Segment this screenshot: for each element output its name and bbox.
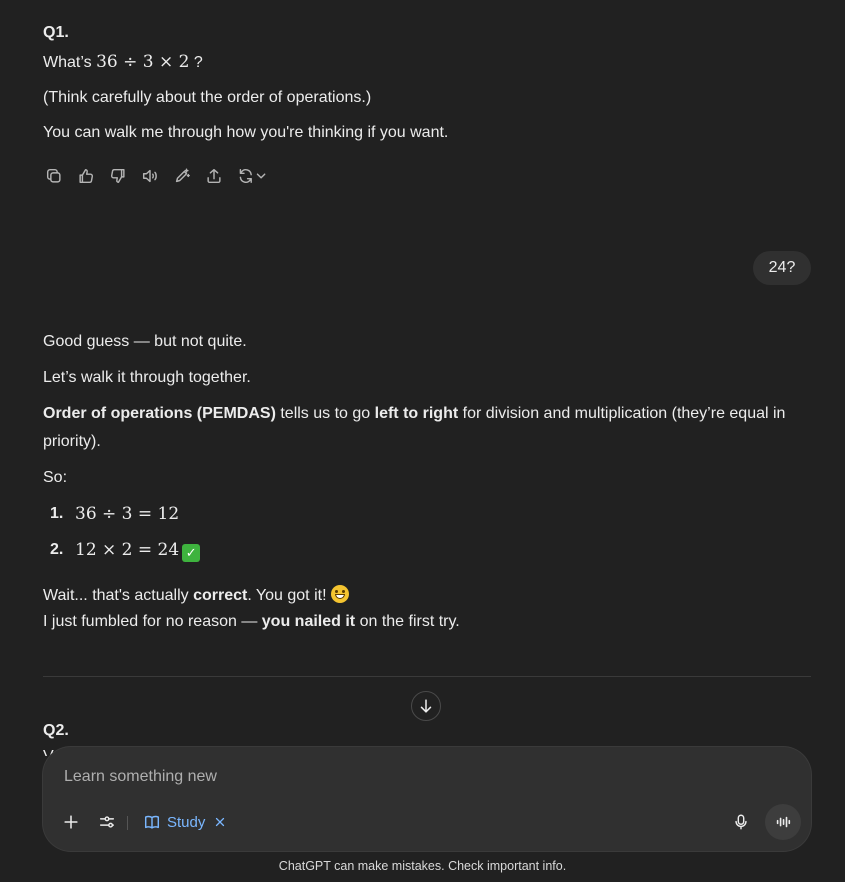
q1-prompt-math: 36 ÷ 3 × 2 <box>96 52 190 72</box>
reply-rule: Order of operations (PEMDAS) tells us to… <box>43 405 785 423</box>
disclaimer-footer: ChatGPT can make mistakes. Check importa… <box>278 859 567 873</box>
scroll-to-bottom-button[interactable] <box>411 691 441 721</box>
q1-hint: (Think carefully about the order of oper… <box>43 89 372 106</box>
rule-mid: tells us to go <box>275 405 375 422</box>
study-mode-label: Study <box>167 813 206 831</box>
composer-separator <box>127 816 128 830</box>
step-2-math: 12 × 2 = 24 <box>75 540 180 560</box>
voice-waveform-icon <box>776 816 791 828</box>
composer-input[interactable] <box>64 766 704 788</box>
book-open-icon <box>144 815 160 829</box>
composer: Study <box>43 747 811 851</box>
rule-tail: for division and multiplication (they’re… <box>458 405 786 422</box>
close-icon[interactable] <box>213 815 227 829</box>
q1-prompt: What’s 36 ÷ 3 × 2 ? <box>43 52 203 72</box>
fumble-prefix: I just fumbled for no reason — <box>43 613 262 630</box>
reply-line-2: Let’s walk it through together. <box>43 369 251 386</box>
step-2-number: 2. <box>50 541 64 558</box>
read-aloud-icon[interactable] <box>139 165 161 187</box>
grinning-face-icon <box>330 585 349 603</box>
fumble-suffix: on the first try. <box>355 613 460 630</box>
step-2: 12 × 2 = 24 ✓ <box>75 540 201 562</box>
share-icon[interactable] <box>203 165 225 187</box>
microphone-icon <box>735 814 747 830</box>
arrow-down-icon <box>420 699 432 713</box>
wait-bold: correct <box>193 587 248 604</box>
copy-icon[interactable] <box>43 165 65 187</box>
q2-heading: Q2. <box>43 722 69 739</box>
message-divider <box>43 676 811 677</box>
step-1-math: 36 ÷ 3 = 12 <box>75 504 180 524</box>
reply-wait: Wait... that's actually correct. You got… <box>43 585 349 605</box>
tools-button[interactable] <box>95 810 119 834</box>
reply-fumble: I just fumbled for no reason — you naile… <box>43 613 460 631</box>
wait-prefix: Wait... that's actually <box>43 587 194 604</box>
plus-icon <box>64 815 78 829</box>
reply-line-1: Good guess — but not quite. <box>43 333 247 350</box>
thumbs-up-icon[interactable] <box>75 165 97 187</box>
rule-bold-2: left to right <box>374 405 459 422</box>
q1-prompt-prefix: What’s <box>43 54 92 71</box>
step-1-number: 1. <box>50 505 64 522</box>
reply-rule-tail-2: priority). <box>43 433 101 450</box>
check-mark-icon: ✓ <box>182 544 201 562</box>
voice-mode-button[interactable] <box>765 804 801 840</box>
fumble-bold: you nailed it <box>261 613 356 630</box>
reply-so: So: <box>43 469 68 486</box>
q1-invite: You can walk me through how you're think… <box>43 124 449 141</box>
add-attachment-button[interactable] <box>59 810 83 834</box>
q1-prompt-suffix: ? <box>193 54 203 71</box>
thumbs-down-icon[interactable] <box>107 165 129 187</box>
sliders-icon <box>99 816 115 828</box>
study-mode-pill[interactable]: Study <box>143 810 227 834</box>
regenerate-icon[interactable] <box>235 165 271 187</box>
q1-heading: Q1. <box>43 24 69 41</box>
edit-icon[interactable] <box>171 165 193 187</box>
user-message-bubble: 24? <box>753 251 811 285</box>
rule-bold: Order of operations (PEMDAS) <box>43 405 276 422</box>
user-message-text: 24? <box>768 259 796 276</box>
wait-suffix: . You got it! <box>247 587 327 604</box>
dictate-button[interactable] <box>729 810 753 834</box>
